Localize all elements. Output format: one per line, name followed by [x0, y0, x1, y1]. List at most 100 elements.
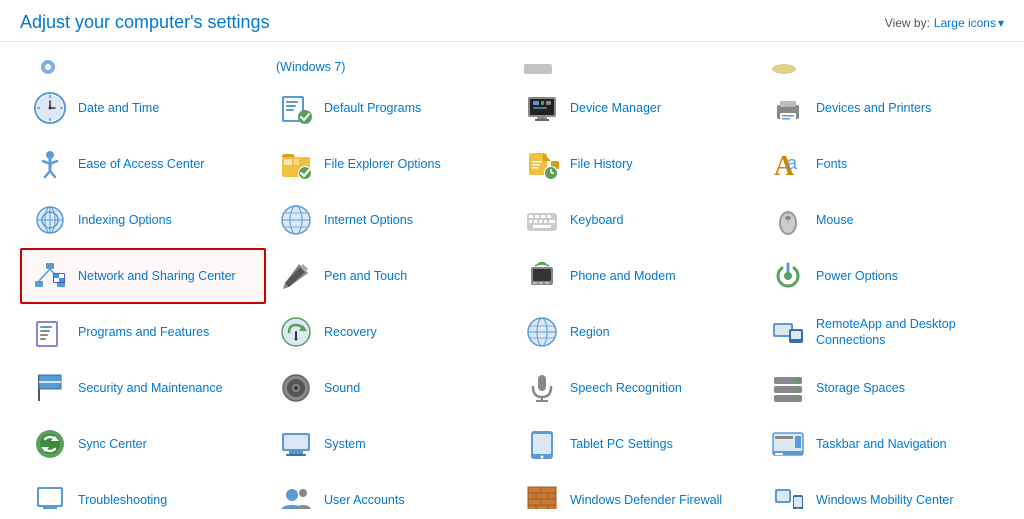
item-file-history[interactable]: File History: [512, 136, 758, 192]
firewall-icon: [524, 482, 560, 509]
item-windows-defender[interactable]: Windows Defender Firewall: [512, 472, 758, 509]
item-label-sync-center: Sync Center: [78, 436, 147, 452]
users-icon: [278, 482, 314, 509]
item-speech-recognition[interactable]: Speech Recognition: [512, 360, 758, 416]
view-by-dropdown[interactable]: Large icons ▾: [934, 16, 1004, 30]
item-sync-center[interactable]: Sync Center: [20, 416, 266, 472]
item-default-programs[interactable]: Default Programs: [266, 80, 512, 136]
item-label-storage-spaces: Storage Spaces: [816, 380, 905, 396]
taskbar-icon: [770, 426, 806, 462]
storage-icon: [770, 370, 806, 406]
item-mouse[interactable]: Mouse: [758, 192, 1004, 248]
partial-icon-svg-2: [522, 62, 554, 76]
phone-icon: [524, 258, 560, 294]
item-programs-features[interactable]: Programs and Features: [20, 304, 266, 360]
printer-icon: [770, 90, 806, 126]
power-icon: [770, 258, 806, 294]
mobility-icon: [770, 482, 806, 509]
default-programs-icon: [278, 90, 314, 126]
folder-icon: [278, 146, 314, 182]
fonts-icon: A a: [770, 146, 806, 182]
item-user-accounts[interactable]: User Accounts: [266, 472, 512, 509]
item-keyboard[interactable]: Keyboard: [512, 192, 758, 248]
partial-icon-svg-0: [34, 57, 62, 77]
main-window: Adjust your computer's settings View by:…: [0, 0, 1024, 509]
view-by-label: View by:: [885, 16, 930, 30]
item-region[interactable]: Region: [512, 304, 758, 360]
partial-item-1: (Windows 7): [266, 50, 512, 78]
item-pen-touch[interactable]: Pen and Touch: [266, 248, 512, 304]
partial-top-row: (Windows 7): [20, 50, 1004, 78]
item-windows-mobility[interactable]: Windows Mobility Center: [758, 472, 1004, 509]
item-remoteapp[interactable]: RemoteApp and Desktop Connections: [758, 304, 1004, 360]
file-history-icon: [524, 146, 560, 182]
item-label-default-programs: Default Programs: [324, 100, 421, 116]
item-label-network-sharing: Network and Sharing Center: [78, 268, 236, 284]
item-label-region: Region: [570, 324, 610, 340]
items-grid: Date and Time Default Programs: [20, 80, 1004, 509]
item-label-windows-defender: Windows Defender Firewall: [570, 492, 722, 508]
item-label-troubleshooting: Troubleshooting: [78, 492, 167, 508]
system-icon: [278, 426, 314, 462]
partial-icon-svg-3: [768, 62, 800, 76]
item-storage-spaces[interactable]: Storage Spaces: [758, 360, 1004, 416]
item-label-remoteapp: RemoteApp and Desktop Connections: [816, 316, 992, 349]
item-sound[interactable]: Sound: [266, 360, 512, 416]
item-label-taskbar-navigation: Taskbar and Navigation: [816, 436, 947, 452]
item-internet-options[interactable]: Internet Options: [266, 192, 512, 248]
item-label-power-options: Power Options: [816, 268, 898, 284]
recovery-icon: [278, 314, 314, 350]
partial-item-2: [512, 50, 758, 78]
page-title: Adjust your computer's settings: [20, 12, 270, 33]
item-system[interactable]: System: [266, 416, 512, 472]
item-recovery[interactable]: Recovery: [266, 304, 512, 360]
item-label-security-maintenance: Security and Maintenance: [78, 380, 223, 396]
remote-icon: [770, 314, 806, 350]
item-label-windows-mobility: Windows Mobility Center: [816, 492, 954, 508]
content-area: (Windows 7): [0, 42, 1024, 509]
partial-item-0: [20, 50, 266, 78]
item-label-pen-touch: Pen and Touch: [324, 268, 407, 284]
ease-access-icon: [32, 146, 68, 182]
item-date-time[interactable]: Date and Time: [20, 80, 266, 136]
item-devices-printers[interactable]: Devices and Printers: [758, 80, 1004, 136]
partial-icon-0: [30, 56, 66, 78]
item-file-explorer[interactable]: File Explorer Options: [266, 136, 512, 192]
header: Adjust your computer's settings View by:…: [0, 0, 1024, 42]
speech-icon: [524, 370, 560, 406]
item-ease-of-access[interactable]: Ease of Access Center: [20, 136, 266, 192]
item-label-file-explorer: File Explorer Options: [324, 156, 441, 172]
item-label-device-manager: Device Manager: [570, 100, 661, 116]
item-power-options[interactable]: Power Options: [758, 248, 1004, 304]
partial-label-1: (Windows 7): [276, 60, 345, 74]
item-taskbar-navigation[interactable]: Taskbar and Navigation: [758, 416, 1004, 472]
item-security-maintenance[interactable]: Security and Maintenance: [20, 360, 266, 416]
dropdown-arrow-icon: ▾: [998, 16, 1004, 30]
item-fonts[interactable]: A a Fonts: [758, 136, 1004, 192]
item-label-keyboard: Keyboard: [570, 212, 624, 228]
network-icon: [32, 258, 68, 294]
item-label-indexing: Indexing Options: [78, 212, 172, 228]
item-label-date-time: Date and Time: [78, 100, 159, 116]
item-tablet-pc[interactable]: Tablet PC Settings: [512, 416, 758, 472]
device-manager-icon: [524, 90, 560, 126]
item-network-sharing[interactable]: Network and Sharing Center: [20, 248, 266, 304]
item-label-file-history: File History: [570, 156, 633, 172]
item-troubleshooting[interactable]: Troubleshooting: [20, 472, 266, 509]
item-label-phone-modem: Phone and Modem: [570, 268, 676, 284]
keyboard-icon: [524, 202, 560, 238]
view-by-control: View by: Large icons ▾: [885, 16, 1004, 30]
item-label-system: System: [324, 436, 366, 452]
security-icon: [32, 370, 68, 406]
item-device-manager[interactable]: Device Manager: [512, 80, 758, 136]
internet-icon: [278, 202, 314, 238]
partial-icon-3: [768, 62, 804, 78]
tablet-icon: [524, 426, 560, 462]
item-phone-modem[interactable]: Phone and Modem: [512, 248, 758, 304]
pen-icon: [278, 258, 314, 294]
mouse-icon: [770, 202, 806, 238]
item-label-fonts: Fonts: [816, 156, 847, 172]
item-label-sound: Sound: [324, 380, 360, 396]
item-indexing[interactable]: Indexing Options: [20, 192, 266, 248]
sound-icon: [278, 370, 314, 406]
